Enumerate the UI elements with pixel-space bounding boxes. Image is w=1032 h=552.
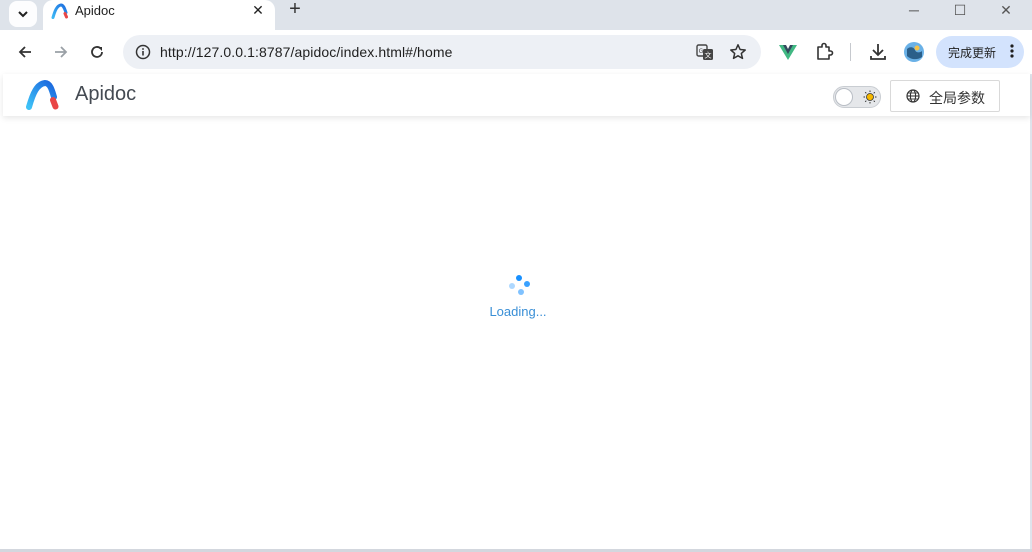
- toolbar-divider: [850, 43, 851, 61]
- page-viewport: Apidoc 全局参数 Loading...: [3, 74, 1030, 549]
- app-header: Apidoc 全局参数: [3, 74, 1030, 116]
- arrow-right-icon: [55, 46, 68, 58]
- forward-button[interactable]: [47, 38, 75, 66]
- more-vert-icon: [1010, 44, 1014, 58]
- close-window-button[interactable]: ✕: [983, 0, 1029, 20]
- global-params-label: 全局参数: [929, 90, 985, 106]
- download-icon[interactable]: [868, 42, 888, 62]
- profile-avatar-icon[interactable]: [903, 41, 925, 63]
- address-bar[interactable]: http://127.0.0.1:8787/apidoc/index.html#…: [123, 35, 761, 69]
- chevron-down-icon: [18, 11, 28, 18]
- update-button-label: 完成更新: [948, 46, 997, 60]
- sun-icon: [863, 90, 877, 104]
- back-button[interactable]: [11, 38, 39, 66]
- globe-icon: [906, 89, 920, 103]
- tab-title: Apidoc: [75, 3, 115, 18]
- svg-text:文: 文: [705, 51, 712, 60]
- arrow-left-icon: [18, 46, 31, 58]
- translate-icon[interactable]: 文G: [696, 43, 714, 61]
- update-button[interactable]: 完成更新: [936, 36, 1024, 68]
- global-params-button[interactable]: 全局参数: [890, 80, 1000, 112]
- reload-button[interactable]: [83, 38, 111, 66]
- tab-strip: Apidoc ✕ + ─ ☐ ✕: [0, 0, 1032, 34]
- vue-devtools-icon[interactable]: [778, 42, 798, 62]
- new-tab-button[interactable]: +: [285, 0, 305, 20]
- tab-apidoc[interactable]: Apidoc ✕: [43, 0, 275, 34]
- browser-toolbar: http://127.0.0.1:8787/apidoc/index.html#…: [0, 30, 1032, 74]
- toggle-knob: [835, 88, 853, 106]
- apidoc-favicon-icon: [51, 3, 68, 19]
- bookmark-star-icon[interactable]: [729, 43, 747, 61]
- browser-window: Apidoc ✕ + ─ ☐ ✕ http://127.0.0.1:8787/a…: [0, 0, 1032, 552]
- tab-search-button[interactable]: [9, 1, 37, 27]
- app-brand-title[interactable]: Apidoc: [75, 83, 136, 106]
- apidoc-logo-icon[interactable]: [25, 80, 61, 110]
- reload-icon: [91, 46, 103, 58]
- minimize-button[interactable]: ─: [891, 0, 937, 20]
- maximize-button[interactable]: ☐: [937, 0, 983, 20]
- loading-spinner-icon: [509, 275, 530, 295]
- tab-close-icon[interactable]: ✕: [249, 1, 267, 19]
- loading-indicator: Loading...: [483, 272, 553, 322]
- site-info-icon[interactable]: [135, 44, 151, 60]
- theme-toggle-switch[interactable]: [833, 86, 881, 108]
- svg-text:G: G: [699, 48, 704, 55]
- loading-text: Loading...: [489, 304, 547, 319]
- extensions-puzzle-icon[interactable]: [814, 42, 834, 62]
- address-url[interactable]: http://127.0.0.1:8787/apidoc/index.html#…: [160, 44, 452, 60]
